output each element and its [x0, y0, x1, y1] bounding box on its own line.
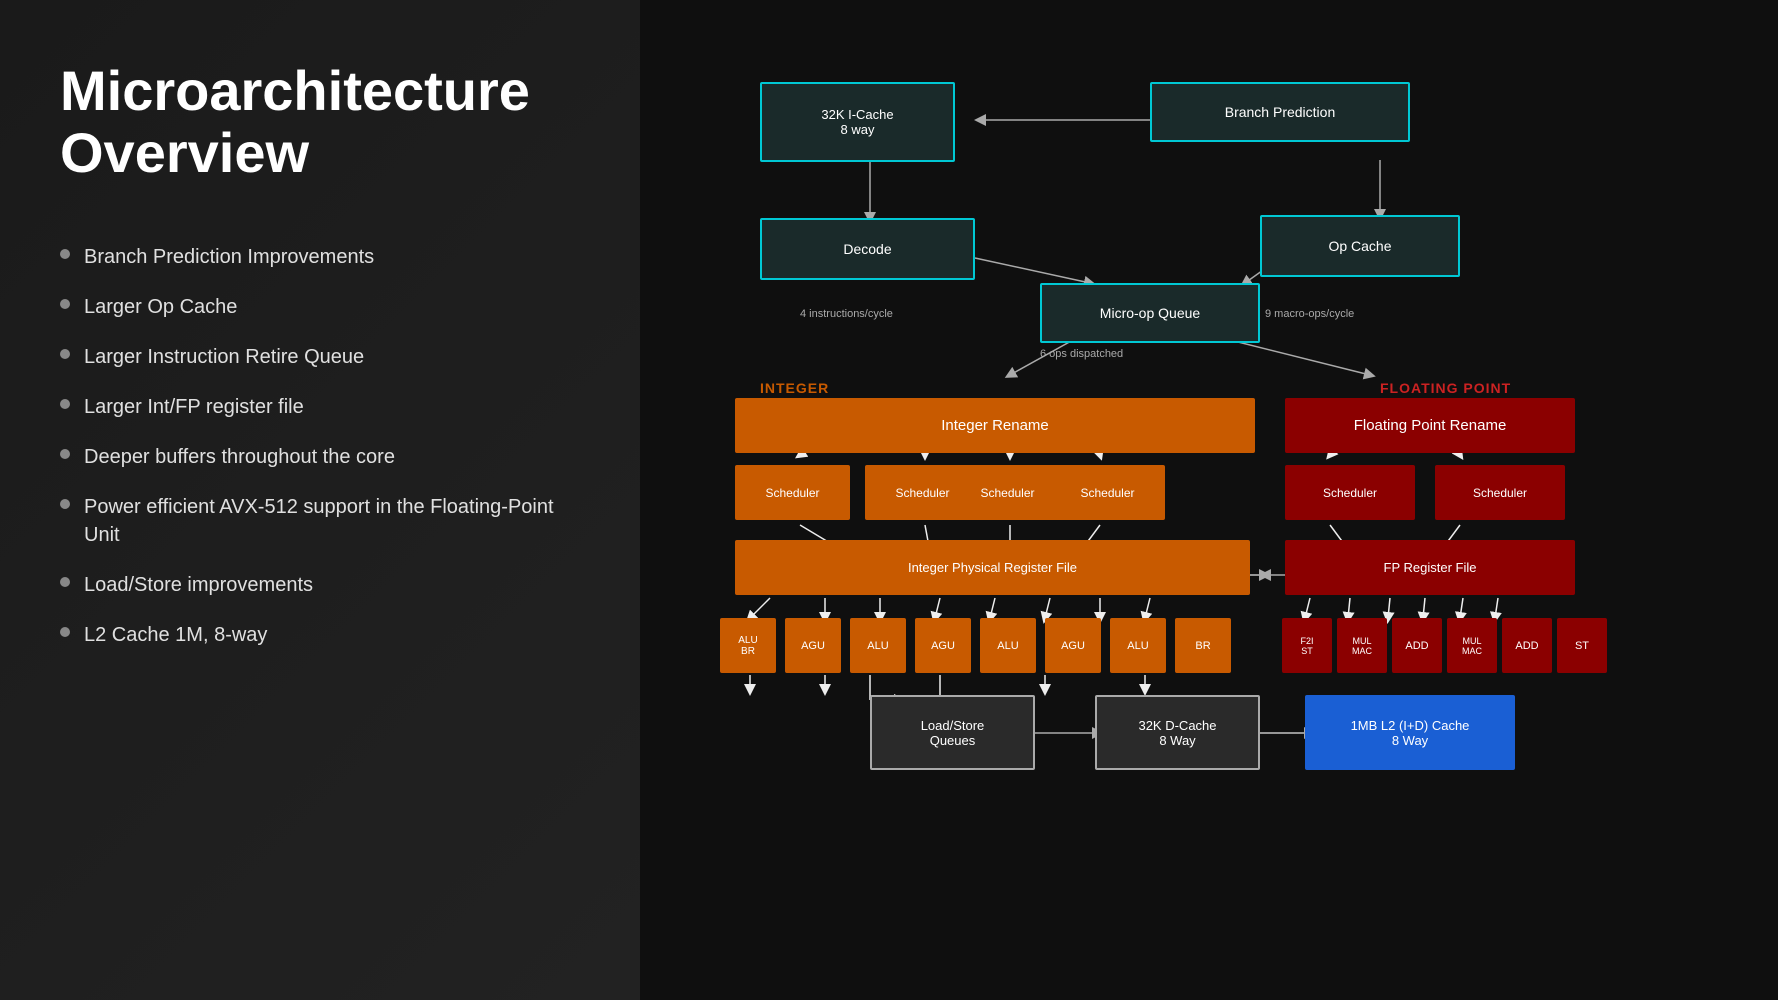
- fp-unit-add-1: ADD: [1392, 618, 1442, 673]
- diagram: 32K I-Cache 8 way Branch Prediction Deco…: [670, 40, 1748, 960]
- bullet-text: Power efficient AVX-512 support in the F…: [84, 493, 590, 549]
- fp-unit-mul-mac-1: MULMAC: [1337, 618, 1387, 673]
- int-unit-br: BR: [1175, 618, 1231, 673]
- decode-label: Decode: [843, 241, 891, 257]
- annotation-4ins: 4 instructions/cycle: [800, 308, 893, 320]
- fp-rename-box: Floating Point Rename: [1285, 398, 1575, 453]
- int-unit-alu-1: ALU: [850, 618, 906, 673]
- op-cache-label: Op Cache: [1328, 238, 1391, 254]
- bullet-dot: [60, 399, 70, 409]
- bullet-item: Branch Prediction Improvements: [60, 243, 590, 271]
- int-unit-agu-2: AGU: [915, 618, 971, 673]
- load-store-label: Load/Store Queues: [921, 718, 985, 748]
- fp-unit-f2i-st: F2IST: [1282, 618, 1332, 673]
- fp-unit-mul-mac-2: MULMAC: [1447, 618, 1497, 673]
- bullet-list: Branch Prediction Improvements Larger Op …: [60, 243, 590, 649]
- int-scheduler-3: Scheduler: [950, 465, 1065, 520]
- micro-op-queue-box: Micro-op Queue: [1040, 283, 1260, 343]
- bullet-text: Larger Op Cache: [84, 293, 237, 321]
- branch-prediction-label: Branch Prediction: [1225, 104, 1336, 120]
- bullet-dot: [60, 577, 70, 587]
- fp-reg-file-box: FP Register File: [1285, 540, 1575, 595]
- l2cache-box: 1MB L2 (I+D) Cache 8 Way: [1305, 695, 1515, 770]
- int-unit-alu-br: ALUBR: [720, 618, 776, 673]
- bullet-text: Larger Instruction Retire Queue: [84, 343, 364, 371]
- annotation-9macro: 9 macro-ops/cycle: [1265, 308, 1354, 320]
- dcache-box: 32K D-Cache 8 Way: [1095, 695, 1260, 770]
- main-title: Microarchitecture Overview: [60, 60, 590, 183]
- bullet-item: Power efficient AVX-512 support in the F…: [60, 493, 590, 549]
- integer-rename-box: Integer Rename: [735, 398, 1255, 453]
- bullet-dot: [60, 349, 70, 359]
- left-panel: Microarchitecture Overview Branch Predic…: [0, 0, 640, 1000]
- bullet-text: Load/Store improvements: [84, 571, 313, 599]
- load-store-box: Load/Store Queues: [870, 695, 1035, 770]
- fp-unit-st: ST: [1557, 618, 1607, 673]
- int-unit-alu-3: ALU: [1110, 618, 1166, 673]
- decode-box: Decode: [760, 218, 975, 280]
- bullet-dot: [60, 299, 70, 309]
- bullet-item: Larger Instruction Retire Queue: [60, 343, 590, 371]
- int-reg-file-box: Integer Physical Register File: [735, 540, 1250, 595]
- fp-scheduler-1: Scheduler: [1285, 465, 1415, 520]
- bullet-item: Deeper buffers throughout the core: [60, 443, 590, 471]
- fp-scheduler-2: Scheduler: [1435, 465, 1565, 520]
- integer-label: INTEGER: [760, 380, 829, 396]
- integer-rename-label: Integer Rename: [941, 417, 1049, 434]
- annotation-6ops: 6 ops dispatched: [1040, 348, 1123, 360]
- int-scheduler-4: Scheduler: [1050, 465, 1165, 520]
- fp-label: FLOATING POINT: [1380, 380, 1511, 396]
- icache-box: 32K I-Cache 8 way: [760, 82, 955, 162]
- micro-op-queue-label: Micro-op Queue: [1100, 305, 1200, 321]
- icache-label: 32K I-Cache 8 way: [821, 107, 893, 137]
- dcache-label: 32K D-Cache 8 Way: [1138, 718, 1216, 748]
- bullet-text: Larger Int/FP register file: [84, 393, 304, 421]
- right-panel: 32K I-Cache 8 way Branch Prediction Deco…: [640, 0, 1778, 1000]
- fp-rename-label: Floating Point Rename: [1354, 417, 1507, 434]
- bullet-text: Branch Prediction Improvements: [84, 243, 374, 271]
- bullet-text: L2 Cache 1M, 8-way: [84, 621, 267, 649]
- fp-reg-file-label: FP Register File: [1384, 560, 1477, 575]
- fp-unit-add-2: ADD: [1502, 618, 1552, 673]
- bullet-text: Deeper buffers throughout the core: [84, 443, 395, 471]
- int-scheduler-1: Scheduler: [735, 465, 850, 520]
- bullet-dot: [60, 249, 70, 259]
- bullet-item: Larger Op Cache: [60, 293, 590, 321]
- bullet-item: L2 Cache 1M, 8-way: [60, 621, 590, 649]
- bullet-dot: [60, 627, 70, 637]
- branch-prediction-box: Branch Prediction: [1150, 82, 1410, 142]
- bullet-item: Larger Int/FP register file: [60, 393, 590, 421]
- bullet-dot: [60, 499, 70, 509]
- l2cache-label: 1MB L2 (I+D) Cache 8 Way: [1351, 718, 1470, 748]
- bullet-dot: [60, 449, 70, 459]
- int-unit-agu-3: AGU: [1045, 618, 1101, 673]
- int-reg-file-label: Integer Physical Register File: [908, 560, 1077, 575]
- op-cache-box: Op Cache: [1260, 215, 1460, 277]
- int-unit-agu-1: AGU: [785, 618, 841, 673]
- bullet-item: Load/Store improvements: [60, 571, 590, 599]
- int-unit-alu-2: ALU: [980, 618, 1036, 673]
